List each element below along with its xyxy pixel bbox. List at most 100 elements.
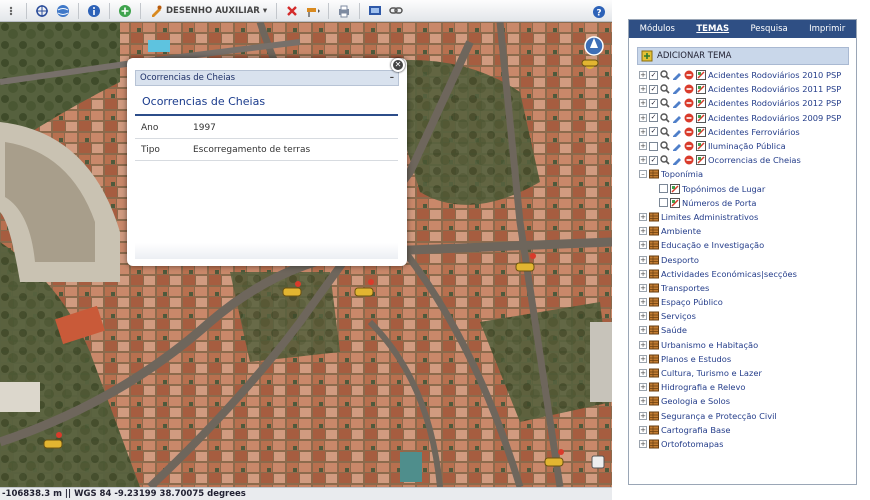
expand-icon[interactable]: +: [639, 212, 647, 221]
group-row[interactable]: + Cultura, Turismo e Lazer: [639, 366, 853, 380]
expand-icon[interactable]: +: [639, 241, 647, 250]
zoom-extent-icon[interactable]: [33, 2, 51, 20]
expand-icon[interactable]: +: [639, 71, 647, 80]
remove-layer-icon[interactable]: [684, 113, 694, 123]
layer-checkbox[interactable]: ✓: [649, 70, 658, 80]
add-icon[interactable]: [116, 2, 134, 20]
group-row[interactable]: + Actividades Económicas|secções: [639, 267, 853, 281]
tab-imprimir[interactable]: Imprimir: [809, 24, 845, 34]
expand-icon[interactable]: +: [639, 283, 647, 292]
zoom-to-layer-icon[interactable]: [660, 98, 670, 109]
expand-icon[interactable]: +: [639, 269, 647, 278]
edit-layer-icon[interactable]: [672, 113, 682, 123]
sublayer-checkbox[interactable]: [659, 184, 668, 194]
remove-layer-icon[interactable]: [684, 84, 694, 94]
group-row[interactable]: + Desporto: [639, 252, 853, 266]
layer-row[interactable]: + Iluminação Pública: [639, 139, 853, 153]
expand-icon[interactable]: +: [639, 326, 647, 335]
tab-pesquisa[interactable]: Pesquisa: [750, 24, 787, 34]
edit-layer-icon[interactable]: [672, 98, 682, 109]
drawing-dropdown[interactable]: DESENHO AUXILIAR ▾: [147, 4, 270, 17]
group-row[interactable]: + Ortofotomapas: [639, 437, 853, 451]
group-row[interactable]: + Ambiente: [639, 224, 853, 238]
fullscreen-icon[interactable]: [591, 455, 605, 469]
group-row-toponimia[interactable]: – Toponímia: [639, 167, 853, 181]
zoom-to-layer-icon[interactable]: [660, 70, 670, 80]
group-row[interactable]: + Educação e Investigação: [639, 238, 853, 252]
edit-layer-icon[interactable]: [672, 84, 682, 95]
link-icon[interactable]: [387, 2, 405, 20]
layer-checkbox[interactable]: ✓: [649, 98, 658, 108]
layer-row[interactable]: + ✓ Acidentes Rodoviários 2009 PSP: [639, 111, 853, 125]
expand-icon[interactable]: +: [639, 156, 647, 165]
group-row[interactable]: + Urbanismo e Habitação: [639, 338, 853, 352]
expand-icon[interactable]: +: [639, 369, 647, 378]
layer-checkbox[interactable]: ✓: [649, 84, 658, 94]
edit-layer-icon[interactable]: [672, 155, 682, 166]
legend-icon[interactable]: [696, 98, 706, 109]
sublayer-row[interactable]: Números de Porta: [639, 196, 853, 210]
help-icon[interactable]: ?: [590, 3, 608, 21]
group-row[interactable]: + Segurança e Protecção Civil: [639, 409, 853, 423]
remove-layer-icon[interactable]: [684, 155, 694, 165]
legend-icon[interactable]: [696, 70, 706, 81]
export-icon[interactable]: [366, 2, 384, 20]
layer-row[interactable]: + ✓ Acidentes Rodoviários 2010 PSP: [639, 68, 853, 82]
measure-icon[interactable]: [304, 2, 322, 20]
layer-row[interactable]: + ✓ Acidentes Rodoviários 2012 PSP: [639, 96, 853, 110]
zoom-to-layer-icon[interactable]: [660, 155, 670, 165]
zoom-to-layer-icon[interactable]: [660, 141, 670, 151]
remove-layer-icon[interactable]: [684, 70, 694, 80]
print-icon[interactable]: [335, 2, 353, 20]
group-row[interactable]: + Geologia e Solos: [639, 394, 853, 408]
dots-icon[interactable]: [2, 2, 20, 20]
zoom-to-layer-icon[interactable]: [660, 112, 670, 123]
expand-icon[interactable]: +: [639, 425, 647, 434]
legend-icon[interactable]: [696, 155, 706, 166]
legend-icon[interactable]: [696, 112, 706, 123]
layer-checkbox[interactable]: ✓: [649, 127, 658, 137]
collapse-icon[interactable]: –: [639, 170, 647, 179]
zoom-to-layer-icon[interactable]: [660, 84, 670, 94]
expand-icon[interactable]: +: [639, 383, 647, 392]
expand-icon[interactable]: +: [639, 85, 647, 94]
edit-layer-icon[interactable]: [672, 70, 682, 81]
layer-checkbox[interactable]: [649, 141, 658, 151]
expand-icon[interactable]: +: [639, 397, 647, 406]
legend-icon[interactable]: [696, 141, 706, 152]
expand-icon[interactable]: +: [639, 99, 647, 108]
legend-icon[interactable]: [696, 84, 706, 95]
close-icon[interactable]: ✕: [391, 58, 405, 72]
group-row[interactable]: + Serviços: [639, 309, 853, 323]
group-row[interactable]: + Limites Administrativos: [639, 210, 853, 224]
remove-layer-icon[interactable]: [684, 127, 694, 137]
expand-icon[interactable]: +: [639, 113, 647, 122]
globe-icon[interactable]: [54, 2, 72, 20]
expand-icon[interactable]: +: [639, 142, 647, 151]
layer-row[interactable]: + ✓ Ocorrencias de Cheias: [639, 153, 853, 167]
tab-modulos[interactable]: Módulos: [640, 24, 675, 34]
layer-checkbox[interactable]: ✓: [649, 113, 658, 123]
expand-icon[interactable]: +: [639, 298, 647, 307]
group-row[interactable]: + Espaço Público: [639, 295, 853, 309]
expand-icon[interactable]: +: [639, 411, 647, 420]
expand-icon[interactable]: +: [639, 354, 647, 363]
legend-icon[interactable]: [696, 126, 706, 137]
edit-layer-icon[interactable]: [672, 141, 682, 152]
expand-icon[interactable]: +: [639, 340, 647, 349]
layer-row[interactable]: + ✓ Acidentes Rodoviários 2011 PSP: [639, 82, 853, 96]
expand-icon[interactable]: +: [639, 127, 647, 136]
sublayer-checkbox[interactable]: [659, 198, 668, 208]
group-row[interactable]: + Hidrografia e Relevo: [639, 380, 853, 394]
zoom-to-layer-icon[interactable]: [660, 127, 670, 137]
add-theme-button[interactable]: ADICIONAR TEMA: [637, 47, 849, 65]
remove-layer-icon[interactable]: [684, 98, 694, 108]
expand-icon[interactable]: +: [639, 439, 647, 448]
group-row[interactable]: + Cartografia Base: [639, 423, 853, 437]
remove-layer-icon[interactable]: [684, 141, 694, 151]
minimize-icon[interactable]: –: [390, 73, 394, 83]
group-row[interactable]: + Transportes: [639, 281, 853, 295]
layer-row[interactable]: + ✓ Acidentes Ferroviários: [639, 125, 853, 139]
tab-temas[interactable]: TEMAS: [696, 24, 729, 34]
expand-icon[interactable]: +: [639, 227, 647, 236]
